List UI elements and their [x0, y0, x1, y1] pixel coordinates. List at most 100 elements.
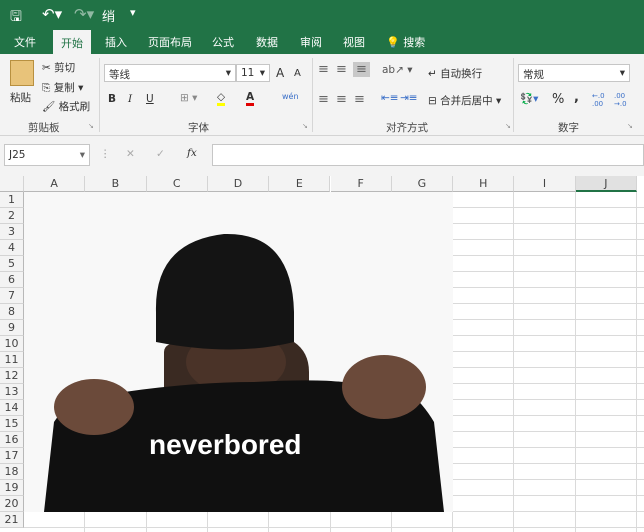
column-header-B[interactable]: B [85, 176, 147, 192]
row-header-4[interactable]: 4 [0, 240, 24, 256]
formula-bar: J25 ▾ ⋮ ✕ ✓ fx [0, 136, 644, 176]
row-header-21[interactable]: 21 [0, 512, 24, 528]
align-right-button[interactable]: ≡ [354, 92, 365, 107]
tab-review[interactable]: 审阅 [300, 34, 322, 50]
name-box-value: J25 [9, 149, 26, 161]
column-header-I[interactable]: I [514, 176, 576, 192]
format-painter-button[interactable]: 🖌 格式刷 [42, 99, 90, 114]
tab-page-layout[interactable]: 页面布局 [148, 34, 192, 50]
row-header-7[interactable]: 7 [0, 288, 24, 304]
font-size-select[interactable]: 11 ▾ [236, 64, 270, 82]
wrap-text-button[interactable]: ↵ 自动换行 [428, 66, 482, 81]
row-header-12[interactable]: 12 [0, 368, 24, 384]
decrease-decimal-button[interactable]: .00 →.0 [614, 92, 636, 108]
save-icon[interactable]: 🖫 [10, 6, 22, 30]
tab-data[interactable]: 数据 [256, 34, 278, 50]
align-middle-button[interactable]: ≡ [336, 62, 347, 77]
column-header-H[interactable]: H [453, 176, 515, 192]
number-format-select[interactable]: 常规 ▾ [518, 64, 630, 82]
merge-center-label: 合并后居中 [440, 95, 493, 107]
align-center-button[interactable]: ≡ [336, 92, 347, 107]
select-all-corner[interactable] [0, 176, 24, 192]
align-left-button[interactable]: ≡ [318, 92, 329, 107]
row-header-20[interactable]: 20 [0, 496, 24, 512]
column-header-C[interactable]: C [146, 176, 208, 192]
row-header-13[interactable]: 13 [0, 384, 24, 400]
dialog-launcher-icon[interactable]: ↘ [505, 122, 511, 130]
copy-label: 复制 [53, 82, 75, 94]
tab-file[interactable]: 文件 [14, 34, 36, 50]
merge-center-button[interactable]: ⊟ 合并后居中 ▾ [428, 93, 501, 108]
copy-button[interactable]: ⎘ 复制 ▾ [42, 80, 83, 95]
row-header-5[interactable]: 5 [0, 256, 24, 272]
row-header-9[interactable]: 9 [0, 320, 24, 336]
font-color-button[interactable]: A [246, 91, 255, 106]
orientation-button[interactable]: ab↗ ▾ [382, 64, 413, 76]
paste-button[interactable]: 粘贴 [10, 90, 31, 105]
custom-quick-icon[interactable]: 绡 [102, 6, 115, 25]
column-header-A[interactable]: A [24, 176, 86, 192]
row-header-17[interactable]: 17 [0, 448, 24, 464]
align-bottom-button[interactable]: ≡ [353, 62, 370, 77]
tab-view[interactable]: 视图 [343, 34, 365, 50]
increase-indent-button[interactable]: ⇥≡ [400, 92, 418, 104]
name-box[interactable]: J25 ▾ [4, 144, 90, 166]
borders-button[interactable]: ⊞ ▾ [180, 92, 197, 104]
increase-decimal-button[interactable]: ←.0 .00 [592, 92, 612, 108]
row-header-19[interactable]: 19 [0, 480, 24, 496]
bold-button[interactable]: B [108, 93, 116, 105]
row-header-8[interactable]: 8 [0, 304, 24, 320]
row-header-3[interactable]: 3 [0, 224, 24, 240]
insert-function-button[interactable]: fx [187, 147, 197, 159]
column-header-E[interactable]: E [269, 176, 331, 192]
row-header-16[interactable]: 16 [0, 432, 24, 448]
row-header-2[interactable]: 2 [0, 208, 24, 224]
column-header-D[interactable]: D [207, 176, 270, 192]
underline-button[interactable]: U [146, 93, 154, 105]
dialog-launcher-icon[interactable]: ↘ [627, 122, 633, 130]
format-painter-label: 格式刷 [58, 101, 91, 113]
font-name-select[interactable]: 等线 ▾ [104, 64, 236, 82]
cut-button[interactable]: ✂ 剪切 [42, 60, 75, 75]
tab-home[interactable]: 开始 [53, 30, 91, 54]
inserted-picture[interactable]: neverbored [24, 192, 453, 512]
row-header-15[interactable]: 15 [0, 416, 24, 432]
number-format-value: 常规 [523, 69, 544, 81]
fill-color-button[interactable]: ◇ [217, 91, 226, 106]
shirt-text: neverbored [149, 429, 302, 460]
redo-icon[interactable]: ↷▾ [74, 5, 94, 23]
column-header-G[interactable]: G [391, 176, 454, 192]
align-top-button[interactable]: ≡ [318, 62, 329, 77]
tell-me-search[interactable]: 💡 搜索 [386, 34, 425, 50]
column-header-F[interactable]: F [330, 176, 392, 192]
row-header-1[interactable]: 1 [0, 192, 24, 208]
italic-button[interactable]: I [128, 93, 132, 105]
tab-formulas[interactable]: 公式 [212, 34, 234, 50]
number-group-label: 数字 [558, 122, 579, 134]
row-header-14[interactable]: 14 [0, 400, 24, 416]
customize-toolbar-icon[interactable]: ▾ [130, 6, 136, 19]
tab-insert[interactable]: 插入 [105, 34, 127, 50]
dialog-launcher-icon[interactable]: ↘ [302, 122, 308, 130]
grow-font-button[interactable]: A [276, 66, 284, 80]
percent-button[interactable]: % [552, 92, 564, 107]
font-name-value: 等线 [109, 69, 130, 81]
row-header-18[interactable]: 18 [0, 464, 24, 480]
paste-icon[interactable] [10, 60, 34, 86]
row-header-6[interactable]: 6 [0, 272, 24, 288]
column-header-J[interactable]: J [575, 176, 637, 192]
formula-input[interactable] [212, 144, 644, 166]
accounting-format-button[interactable]: 💱▾ [520, 92, 538, 105]
undo-icon[interactable]: ↶▾ [42, 5, 62, 23]
dialog-launcher-icon[interactable]: ↘ [88, 122, 94, 130]
phonetic-button[interactable]: wén [282, 92, 299, 101]
picture-image: neverbored [24, 192, 453, 512]
shrink-font-button[interactable]: A [294, 68, 301, 79]
font-size-value: 11 [241, 67, 255, 79]
enter-icon[interactable]: ✓ [156, 148, 165, 160]
cancel-icon[interactable]: ✕ [126, 148, 135, 160]
comma-button[interactable]: , [574, 90, 579, 105]
decrease-indent-button[interactable]: ⇤≡ [381, 92, 399, 104]
row-header-11[interactable]: 11 [0, 352, 24, 368]
row-header-10[interactable]: 10 [0, 336, 24, 352]
